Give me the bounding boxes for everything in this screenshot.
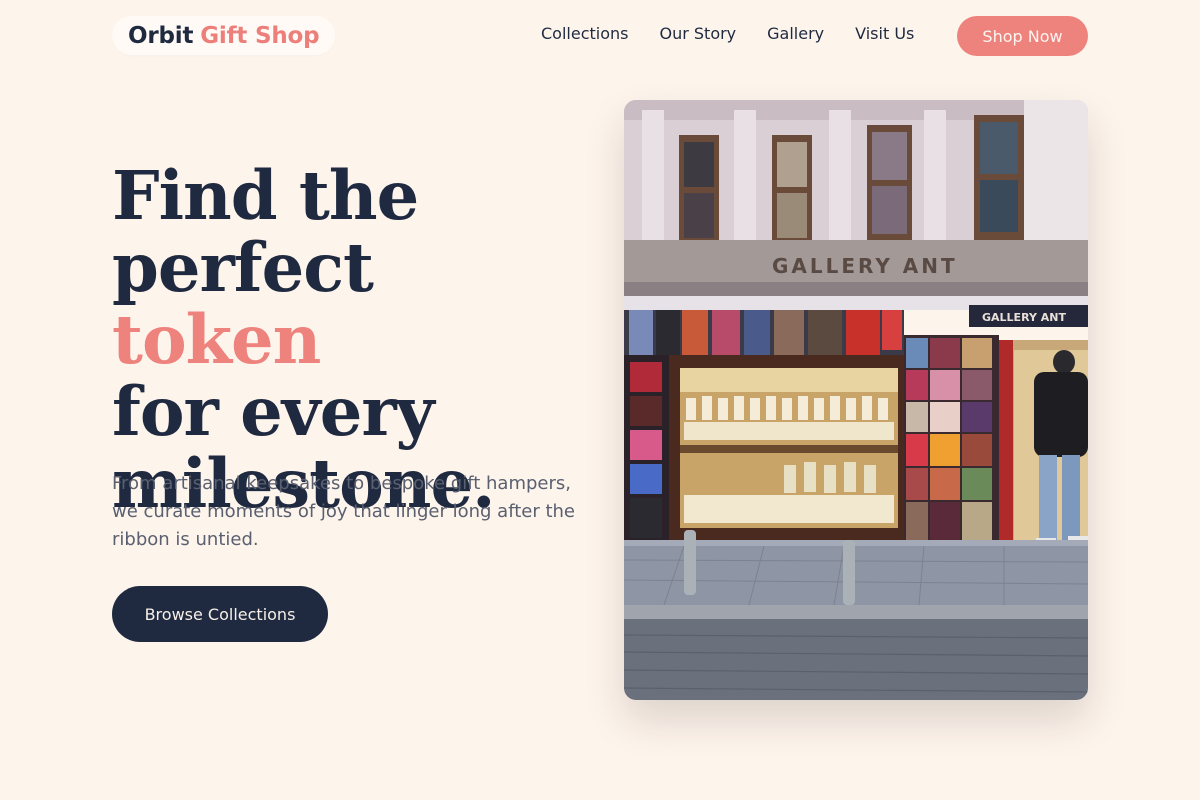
shop-now-button[interactable]: Shop Now: [957, 16, 1088, 56]
headline-accent-word: token: [112, 300, 321, 379]
headline-line-3: for every: [112, 372, 435, 451]
logo[interactable]: Orbit Gift Shop: [112, 16, 336, 55]
logo-text-accent: Gift Shop: [200, 22, 320, 49]
hero-headline: Find the perfect token for every milesto…: [112, 160, 592, 520]
logo-text-primary: Orbit: [128, 22, 194, 49]
hero-description: From artisanal keepsakes to bespoke gift…: [112, 473, 576, 550]
headline-line-2: perfect: [112, 228, 374, 307]
nav-link-our-story[interactable]: Our Story: [659, 23, 736, 45]
nav-link-collections[interactable]: Collections: [541, 23, 628, 45]
hero-storefront-image: GALLERY ANT GALLERY ANT: [624, 100, 1088, 700]
nav-link-visit-us[interactable]: Visit Us: [855, 23, 914, 45]
browse-collections-button[interactable]: Browse Collections: [112, 586, 328, 642]
shop-sign-text: GALLERY ANT: [772, 254, 958, 278]
shop-sign-small: GALLERY ANT: [982, 311, 1066, 324]
main-nav: Collections Our Story Gallery Visit Us: [541, 23, 945, 45]
headline-line-1: Find the: [112, 156, 419, 235]
nav-link-gallery[interactable]: Gallery: [767, 23, 824, 45]
